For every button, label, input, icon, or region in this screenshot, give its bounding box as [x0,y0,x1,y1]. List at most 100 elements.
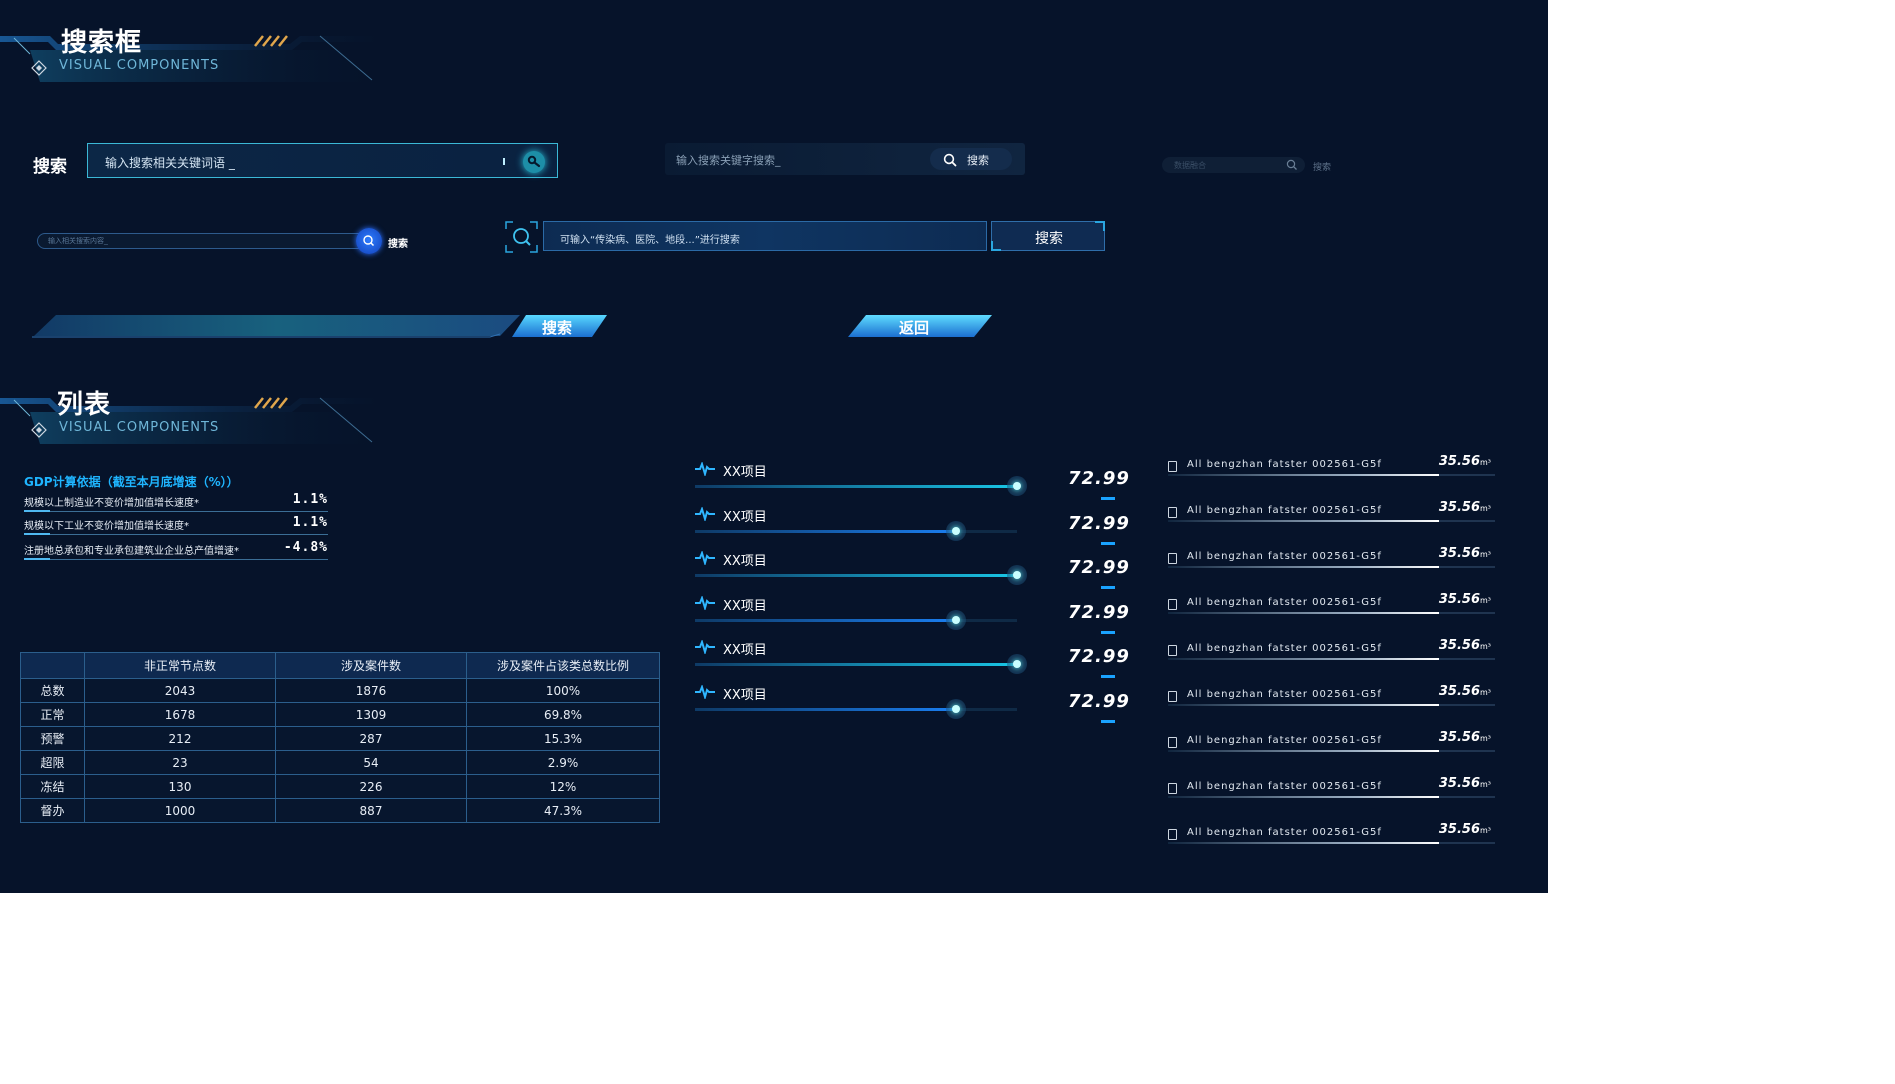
progress-row: XX项目 72.99 [695,461,1129,505]
pulse-icon [695,640,715,654]
slanted-search-input[interactable] [30,312,520,340]
gdp-row-value: -4.8% [283,540,328,555]
document-icon [1168,461,1177,472]
search-placeholder: 输入搜索关键字搜索_ [676,154,781,167]
search-button[interactable] [356,228,382,254]
search-icon [363,235,375,247]
list-item-fill [1168,750,1439,752]
search-label: 搜索 [33,157,67,177]
search-button[interactable]: 搜索 [930,148,1012,170]
progress-label: XX项目 [723,688,767,703]
table-cell: 2.9% [466,750,660,775]
table-header: 涉及案件数 [275,652,467,679]
progress-row: XX项目 72.99 [695,506,1129,550]
gdp-row-value: 1.1% [292,492,328,507]
table-cell: 54 [275,750,467,775]
value-number: 35.56 [1438,454,1480,469]
value-underline [1101,586,1115,589]
progress-value: 72.99 [1068,557,1130,578]
table-cell: 69.8% [466,702,660,727]
divider [24,511,328,512]
list-item-value: 35.56m³ [1439,822,1491,837]
list-item-label: All bengzhan fatster 002561-G5f [1187,827,1382,838]
section-subtitle: VISUAL COMPONENTS [59,420,220,435]
search-button[interactable]: 搜索 [991,221,1105,251]
progress-knob[interactable] [946,521,966,541]
list-item[interactable]: All bengzhan fatster 002561-G5f 35.56m³ [1168,776,1495,811]
table-cell: 287 [275,726,467,751]
table-cell: 冻结 [20,774,85,799]
table-cell: 1309 [275,702,467,727]
search-input[interactable]: 输入搜索相关关键词语 _ [87,143,558,178]
progress-knob[interactable] [946,699,966,719]
list-item[interactable]: All bengzhan fatster 002561-G5f 35.56m³ [1168,546,1495,581]
list-item[interactable]: All bengzhan fatster 002561-G5f 35.56m³ [1168,730,1495,765]
progress-label: XX项目 [723,554,767,569]
progress-fill [695,485,1017,488]
progress-knob[interactable] [1007,476,1027,496]
search-button-label[interactable]: 搜索 [1313,160,1331,173]
progress-fill [695,663,1017,666]
search-icon [527,155,541,168]
list-item-label: All bengzhan fatster 002561-G5f [1187,459,1382,470]
document-icon [1168,691,1177,702]
gdp-row: 注册地总承包和专业承包建筑业企业总产值增速* -4.8% [24,540,328,562]
table-row: 超限 23 54 2.9% [20,750,660,775]
search-icon [943,153,957,167]
document-icon [1168,645,1177,656]
divider-accent [24,510,50,512]
list-item-fill [1168,474,1439,476]
back-button-label: 返回 [899,319,930,337]
progress-knob[interactable] [946,610,966,630]
progress-knob[interactable] [1007,654,1027,674]
gdp-row-label: 注册地总承包和专业承包建筑业企业总产值增速* [24,546,239,557]
search-icon[interactable] [1286,159,1298,171]
search-icon[interactable] [505,221,538,253]
search-input-4[interactable]: 输入相关搜索内容_ [37,233,367,249]
progress-label: XX项目 [723,510,767,525]
section-subtitle: VISUAL COMPONENTS [59,58,220,73]
list-item[interactable]: All bengzhan fatster 002561-G5f 35.56m³ [1168,822,1495,857]
list-item-value: 35.56m³ [1439,500,1491,515]
progress-value: 72.99 [1068,468,1130,489]
progress-label: XX项目 [723,599,767,614]
list-item-value: 35.56m³ [1439,592,1491,607]
table-header: 涉及案件占该类总数比例 [466,652,660,679]
table-cell: 887 [275,798,467,823]
progress-track [695,476,1027,496]
progress-knob[interactable] [1007,565,1027,585]
progress-track [695,521,1017,541]
value-number: 35.56 [1438,684,1480,699]
table-header: 非正常节点数 [84,652,276,679]
list-item-value: 35.56m³ [1439,638,1491,653]
list-item[interactable]: All bengzhan fatster 002561-G5f 35.56m³ [1168,592,1495,627]
table-cell: 212 [84,726,276,751]
list-item[interactable]: All bengzhan fatster 002561-G5f 35.56m³ [1168,684,1495,719]
list-item-value: 35.56m³ [1439,546,1491,561]
search-input-5[interactable]: 可输入“传染病、医院、地段...”进行搜索 [543,221,987,251]
list-item[interactable]: All bengzhan fatster 002561-G5f 35.56m³ [1168,454,1495,489]
search-button-label[interactable]: 搜索 [388,235,408,250]
list-item-label: All bengzhan fatster 002561-G5f [1187,643,1382,654]
progress-track [695,654,1027,674]
dashboard-canvas: 搜索框 VISUAL COMPONENTS 搜索 输入搜索相关关键词语 _ 输入… [0,0,1548,893]
divider-accent [24,533,50,535]
search-button[interactable] [523,151,545,173]
value-number: 35.56 [1438,500,1480,515]
list-item[interactable]: All bengzhan fatster 002561-G5f 35.56m³ [1168,500,1495,535]
table-cell: 12% [466,774,660,799]
table-cell: 正常 [20,702,85,727]
search-input-3[interactable]: 数据融合 [1162,157,1305,173]
list-item-value: 35.56m³ [1439,776,1491,791]
table-cell: 100% [466,678,660,703]
document-icon [1168,737,1177,748]
search-button-label: 搜索 [1035,231,1063,247]
gdp-row-label: 规模以下工业不变价增加值增长速度* [24,521,189,532]
value-unit: m³ [1480,826,1491,835]
table-cell: 1000 [84,798,276,823]
table-cell: 预警 [20,726,85,751]
table-cell: 47.3% [466,798,660,823]
list-item-value: 35.56m³ [1439,684,1491,699]
list-item[interactable]: All bengzhan fatster 002561-G5f 35.56m³ [1168,638,1495,673]
search-input-2[interactable]: 输入搜索关键字搜索_ 搜索 [665,143,1025,175]
